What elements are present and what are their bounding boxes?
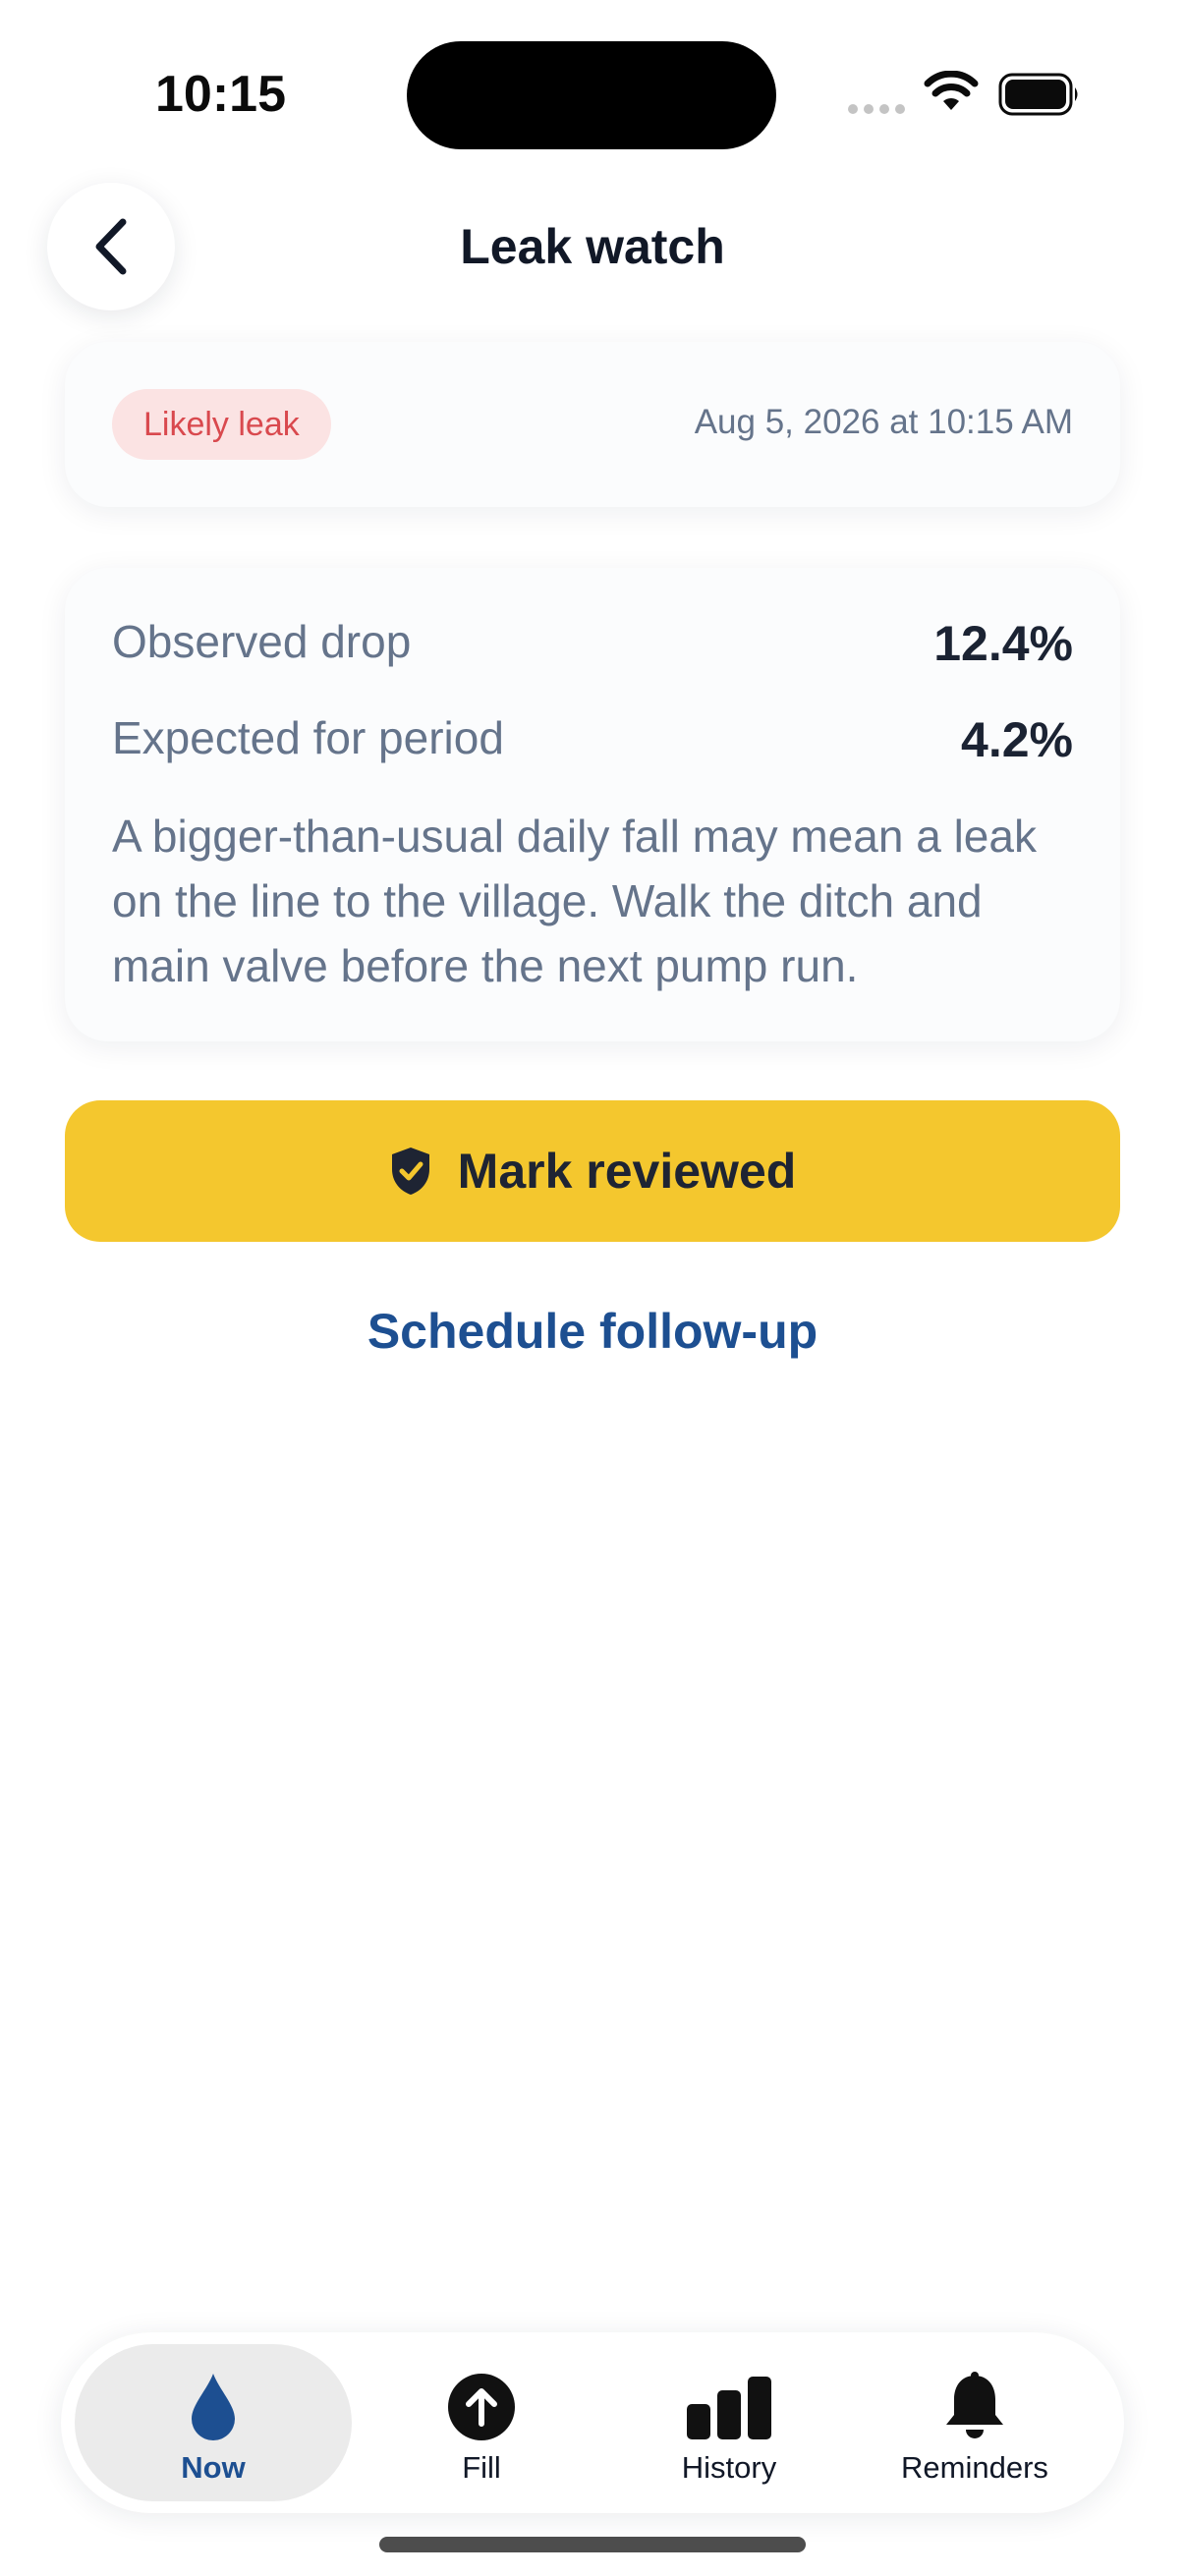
expected-drop-label: Expected for period [112,712,504,763]
expected-drop-value: 4.2% [961,712,1073,767]
metrics-card: Observed drop 12.4% Expected for period … [65,568,1120,1041]
tab-history[interactable]: History [611,2344,847,2501]
mark-reviewed-label: Mark reviewed [457,1144,797,1199]
alert-summary-card: Likely leak Aug 5, 2026 at 10:15 AM [65,342,1120,507]
arrow-up-circle-icon [448,2374,515,2440]
tab-now-label: Now [181,2450,246,2485]
alert-timestamp: Aug 5, 2026 at 10:15 AM [694,403,1073,441]
status-badge: Likely leak [112,389,331,460]
bell-icon [946,2372,1003,2438]
water-drop-icon [192,2374,235,2440]
wifi-icon [924,71,979,110]
page-title: Leak watch [460,219,725,274]
shield-check-icon [391,1148,429,1195]
tab-bar: Now Fill History Reminders [61,2332,1124,2513]
bar-chart-icon [687,2377,771,2439]
screen: 10:15 Leak watch Likely leak Aug 5, 2026… [0,0,1185,2576]
tab-fill[interactable]: Fill [373,2344,590,2501]
battery-icon [998,73,1078,116]
mark-reviewed-button[interactable]: Mark reviewed [65,1100,1120,1242]
observed-drop-label: Observed drop [112,616,412,667]
schedule-follow-up-link[interactable]: Schedule follow-up [0,1303,1185,1360]
tab-fill-label: Fill [462,2450,501,2485]
cellular-signal-icon [848,104,905,114]
observed-drop-value: 12.4% [933,616,1073,671]
home-indicator [379,2537,806,2552]
tab-reminders-label: Reminders [901,2450,1048,2485]
leak-description: A bigger-than-usual daily fall may mean … [112,811,1037,991]
tab-history-label: History [681,2450,777,2485]
tab-reminders[interactable]: Reminders [857,2344,1093,2501]
tab-now[interactable]: Now [75,2344,352,2501]
status-time: 10:15 [155,66,286,123]
dynamic-island [407,41,776,149]
